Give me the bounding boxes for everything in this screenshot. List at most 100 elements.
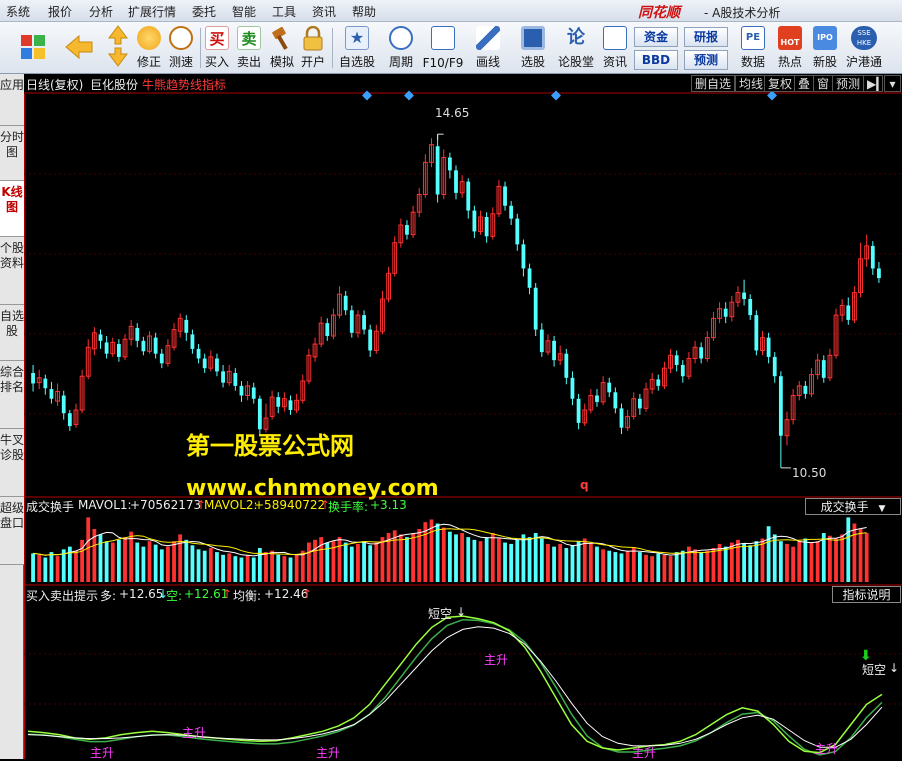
news-button[interactable]: 资讯 — [600, 24, 630, 72]
rise-signal-label: 主升 — [316, 746, 341, 760]
candle-body — [570, 377, 575, 399]
volume-bar — [104, 541, 109, 582]
volume-bar — [300, 550, 305, 582]
research-button[interactable]: 研报 — [684, 27, 728, 47]
menu-item-order[interactable]: 委托 — [192, 3, 216, 20]
volume-bar — [123, 537, 127, 582]
forecast-chart-button[interactable]: 预测 — [832, 75, 865, 92]
menu-item-smart[interactable]: 智能 — [232, 3, 256, 20]
nav-tab-intraday[interactable]: 分时图 — [0, 126, 24, 181]
candle-body — [153, 337, 158, 354]
volume-bar — [680, 550, 685, 582]
mavol2-label: MAVOL2: — [204, 498, 258, 512]
stock-screener-button[interactable]: 选股 — [516, 24, 550, 72]
volume-bar — [37, 554, 42, 582]
simulate-button[interactable]: 模拟 — [267, 24, 297, 72]
candle-body — [368, 329, 373, 351]
back-button[interactable] — [62, 24, 96, 72]
data-button[interactable]: PE 数据 — [738, 24, 768, 72]
candle-body — [362, 315, 366, 330]
candle-body — [607, 382, 612, 393]
volume-bar — [693, 549, 697, 582]
menu-item-extended-quotes[interactable]: 扩展行情 — [128, 3, 176, 20]
volume-bar — [270, 550, 275, 582]
sh-hk-connect-button[interactable]: SSE HKE 沪港通 — [844, 24, 884, 72]
refresh-icon — [137, 26, 161, 50]
nav-tab-level2[interactable]: 超级盘口 — [0, 497, 24, 565]
menu-item-help[interactable]: 帮助 — [352, 3, 376, 20]
left-nav: 应用 分时图 K线图 个股资料 自选股 综合排名 牛叉诊股 超级盘口 — [0, 74, 24, 759]
volume-bar — [656, 553, 661, 582]
candle-body — [821, 360, 826, 378]
gavel-icon — [272, 26, 288, 50]
chart-area[interactable]: 日线(复权) 巨化股份 牛熊趋势线指标 删自选 均线 复权 叠 窗 预测 ▶▎ … — [24, 74, 902, 760]
rise-signal-label: 主升 — [90, 746, 115, 760]
ipo-button[interactable]: IPO 新股 — [810, 24, 840, 72]
candle-body — [454, 170, 458, 193]
ma-button[interactable]: 均线 — [735, 75, 768, 92]
candlestick-chart[interactable] — [24, 74, 902, 759]
menu-item-news[interactable]: 资讯 — [312, 3, 336, 20]
volume-bar — [264, 552, 268, 582]
hotspot-button[interactable]: HOT 热点 — [774, 24, 806, 72]
menu-item-system[interactable]: 系统 — [6, 3, 30, 20]
menu-item-quotes[interactable]: 报价 — [48, 3, 72, 20]
nav-tab-watchlist[interactable]: 自选股 — [0, 305, 24, 361]
lock-icon — [303, 26, 323, 51]
toolbar-button-cesu[interactable]: 测速 — [166, 24, 196, 72]
open-account-button[interactable]: 开户 — [299, 24, 327, 72]
nav-tab-ranking[interactable]: 综合排名 — [0, 361, 24, 429]
chevron-down-icon[interactable]: ▾ — [884, 75, 901, 92]
period-button[interactable]: 周期 — [382, 24, 420, 72]
indicator-help-button[interactable]: 指标说明 — [832, 586, 901, 603]
candle-body — [435, 146, 440, 195]
indicator-name: 牛熊趋势线指标 — [142, 78, 227, 92]
volume-bar — [582, 538, 587, 582]
draw-line-button[interactable]: 画线 — [470, 24, 506, 72]
volume-bar — [245, 554, 250, 582]
buy-button[interactable]: 买 买入 — [203, 24, 231, 72]
volume-bar — [43, 557, 48, 582]
candle-body — [466, 181, 471, 211]
nav-tab-apps[interactable]: 应用 — [0, 74, 24, 126]
candle-body — [159, 353, 164, 364]
menu-item-analysis[interactable]: 分析 — [89, 3, 113, 20]
watchlist-button[interactable]: ★ 自选股 — [336, 24, 378, 72]
candle-body — [141, 340, 146, 352]
page-up-down-button[interactable] — [104, 24, 132, 72]
volume-bar — [760, 538, 765, 582]
candle-body — [196, 348, 201, 359]
window-button[interactable]: 窗 — [813, 75, 834, 92]
short-signal-label: 短空 — [428, 607, 453, 621]
candle-body — [343, 295, 348, 311]
f10-button[interactable]: F10/F9 — [422, 24, 464, 72]
nav-tab-profile[interactable]: 个股资料 — [0, 237, 24, 305]
bbd-button[interactable]: BBD — [634, 50, 678, 70]
forecast-button[interactable]: 预测 — [684, 50, 728, 70]
layout-button[interactable] — [18, 24, 48, 72]
overlay-button[interactable]: 叠 — [794, 75, 815, 92]
diamond-marker — [551, 90, 561, 101]
volume-bar — [858, 528, 863, 582]
menu-item-tools[interactable]: 工具 — [272, 3, 296, 20]
remove-watchlist-button[interactable]: 删自选 — [691, 75, 736, 92]
candle-body — [613, 392, 618, 409]
stock-name: 巨化股份 — [90, 78, 139, 92]
volume-bar — [570, 545, 575, 582]
forum-button[interactable]: 论 论股堂 — [556, 24, 596, 72]
sell-button[interactable]: 卖 卖出 — [235, 24, 263, 72]
nav-tab-kline[interactable]: K线图 — [0, 181, 24, 237]
collapse-panel-icon[interactable]: ▶▎ — [863, 75, 885, 92]
mavol1-value: +70562173 — [130, 498, 202, 512]
volume-indicator-select[interactable]: 成交换手 ▼ — [805, 498, 901, 515]
toolbar-button-xiuzheng[interactable]: 修正 — [134, 24, 164, 72]
nav-tab-diagnosis[interactable]: 牛叉诊股 — [0, 429, 24, 497]
adjust-button[interactable]: 复权 — [764, 75, 797, 92]
capital-button[interactable]: 资金 — [634, 27, 678, 47]
volume-bar — [288, 557, 293, 582]
clock-icon — [389, 26, 413, 50]
window-title: - A股技术分析 — [704, 6, 781, 20]
volume-bar — [172, 541, 176, 582]
volume-bar — [159, 549, 164, 582]
volume-bar — [349, 546, 354, 582]
